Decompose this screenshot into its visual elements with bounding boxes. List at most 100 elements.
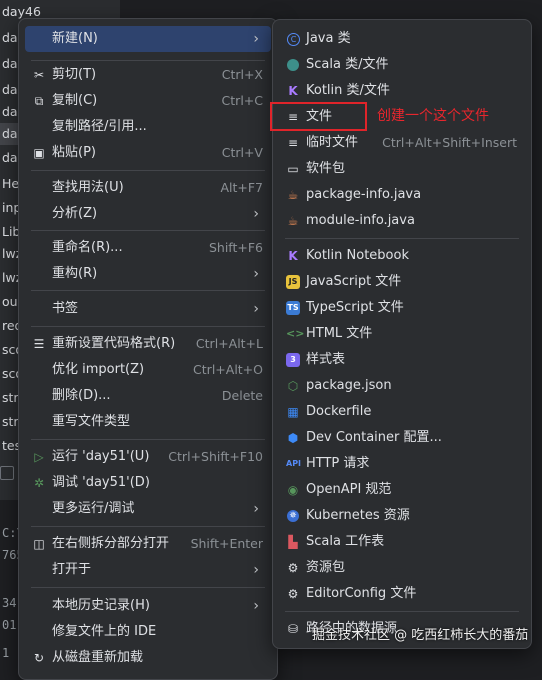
menu-item-label: 书签 bbox=[52, 301, 79, 316]
menu-item-label: Scala 工作表 bbox=[306, 534, 385, 549]
submenu-item-javascript[interactable]: JS JavaScript 文件 bbox=[279, 269, 525, 295]
menu-item-repair-ide[interactable]: 修复文件上的 IDE bbox=[25, 619, 271, 645]
menu-item-run[interactable]: ▷ 运行 'day51'(U) Ctrl+Shift+F10 bbox=[25, 444, 271, 470]
menu-item-label: 本地历史记录(H) bbox=[52, 598, 150, 613]
submenu-item-module-info[interactable]: ☕ module-info.java bbox=[279, 208, 525, 234]
menu-item-label: Java 类 bbox=[306, 31, 351, 46]
menu-item-label: 修复文件上的 IDE bbox=[52, 624, 157, 639]
menu-item-label: OpenAPI 规范 bbox=[306, 482, 392, 497]
menu-item-label: Scala 类/文件 bbox=[306, 57, 389, 72]
menu-item-more-run-debug[interactable]: 更多运行/调试 › bbox=[25, 496, 271, 522]
submenu-item-scratch-file[interactable]: ≡ 临时文件 Ctrl+Alt+Shift+Insert bbox=[279, 130, 525, 156]
annotation-highlight-box bbox=[270, 102, 367, 131]
submenu-item-html[interactable]: <> HTML 文件 bbox=[279, 321, 525, 347]
docker-icon: ▦ bbox=[287, 405, 299, 419]
menu-item-copy-path[interactable]: 复制路径/引用... bbox=[25, 114, 271, 140]
submenu-item-java-class[interactable]: C Java 类 bbox=[279, 26, 525, 52]
menu-item-label: Kotlin 类/文件 bbox=[306, 83, 390, 98]
menu-item-label: 重新设置代码格式(R) bbox=[52, 336, 176, 351]
menu-item-label: 重命名(R)... bbox=[52, 240, 123, 255]
console-line: 01 bbox=[2, 618, 17, 632]
html-icon: <> bbox=[286, 327, 305, 340]
submenu-item-openapi[interactable]: ◉ OpenAPI 规范 bbox=[279, 477, 525, 503]
stylesheet-icon: 3 bbox=[286, 353, 300, 367]
package-info-icon: ☕ bbox=[287, 188, 299, 202]
context-menu: 新建(N) › ✂ 剪切(T) Ctrl+X ⧉ 复制(C) Ctrl+C 复制… bbox=[18, 18, 278, 680]
submenu-item-stylesheet[interactable]: 3 样式表 bbox=[279, 347, 525, 373]
menu-item-label: Kotlin Notebook bbox=[306, 248, 409, 263]
nodejs-icon: ⬡ bbox=[287, 379, 299, 393]
menu-item-label: 优化 import(Z) bbox=[52, 362, 145, 377]
menu-separator bbox=[31, 587, 265, 588]
watermark: 掘金技术社区 @ 吃西红柿长大的番茄 bbox=[312, 628, 529, 643]
menu-item-analyze[interactable]: 分析(Z) › bbox=[25, 201, 271, 227]
menu-item-open-split-right[interactable]: ◫ 在右侧拆分部分打开 Shift+Enter bbox=[25, 531, 271, 557]
menu-item-shortcut: Ctrl+Alt+L bbox=[195, 336, 263, 351]
menu-item-reformat-code[interactable]: ☰ 重新设置代码格式(R) Ctrl+Alt+L bbox=[25, 331, 271, 357]
menu-item-debug[interactable]: ✲ 调试 'day51'(D) bbox=[25, 470, 271, 496]
menu-item-local-history[interactable]: 本地历史记录(H) › bbox=[25, 593, 271, 619]
menu-item-cut[interactable]: ✂ 剪切(T) Ctrl+X bbox=[25, 62, 271, 88]
submenu-item-scala-class[interactable]: Scala 类/文件 bbox=[279, 52, 525, 78]
menu-separator bbox=[285, 611, 519, 612]
menu-item-label: 重写文件类型 bbox=[52, 414, 131, 429]
menu-item-bookmarks[interactable]: 书签 › bbox=[25, 296, 271, 322]
kotlin-icon: K bbox=[288, 84, 298, 98]
menu-item-copy[interactable]: ⧉ 复制(C) Ctrl+C bbox=[25, 88, 271, 114]
menu-item-label: 运行 'day51'(U) bbox=[52, 449, 150, 464]
submenu-item-kotlin-notebook[interactable]: K Kotlin Notebook bbox=[279, 243, 525, 269]
menu-item-new[interactable]: 新建(N) › bbox=[25, 26, 271, 52]
submenu-item-scala-worksheet[interactable]: ▙ Scala 工作表 bbox=[279, 529, 525, 555]
submenu-item-dockerfile[interactable]: ▦ Dockerfile bbox=[279, 399, 525, 425]
menu-item-label: 重构(R) bbox=[52, 266, 98, 281]
scala-class-icon bbox=[287, 59, 299, 71]
menu-item-shortcut: Alt+F7 bbox=[220, 180, 263, 195]
submenu-item-http-request[interactable]: API HTTP 请求 bbox=[279, 451, 525, 477]
submenu-item-package-info[interactable]: ☕ package-info.java bbox=[279, 182, 525, 208]
menu-item-label: module-info.java bbox=[306, 213, 415, 228]
menu-item-label: 复制路径/引用... bbox=[52, 119, 147, 134]
menu-item-shortcut: Ctrl+X bbox=[221, 67, 263, 82]
menu-item-refactor[interactable]: 重构(R) › bbox=[25, 261, 271, 287]
scissors-icon: ✂ bbox=[33, 68, 45, 82]
submenu-item-resource-bundle[interactable]: ⚙ 资源包 bbox=[279, 555, 525, 581]
submenu-item-dev-container[interactable]: ⬢ Dev Container 配置... bbox=[279, 425, 525, 451]
submenu-item-kubernetes[interactable]: ✵ Kubernetes 资源 bbox=[279, 503, 525, 529]
menu-item-rename[interactable]: 重命名(R)... Shift+F6 bbox=[25, 235, 271, 261]
java-class-icon: C bbox=[287, 33, 300, 46]
scratch-file-icon: ≡ bbox=[287, 136, 299, 150]
dev-container-icon: ⬢ bbox=[287, 431, 299, 445]
menu-item-optimize-imports[interactable]: 优化 import(Z) Ctrl+Alt+O bbox=[25, 357, 271, 383]
panel-toggle-icon[interactable] bbox=[0, 466, 14, 480]
kubernetes-icon: ✵ bbox=[287, 510, 299, 522]
menu-item-label: 新建(N) bbox=[52, 31, 98, 46]
menu-item-label: Dev Container 配置... bbox=[306, 430, 442, 445]
submenu-item-package-json[interactable]: ⬡ package.json bbox=[279, 373, 525, 399]
menu-item-paste[interactable]: ▣ 粘贴(P) Ctrl+V bbox=[25, 140, 271, 166]
reload-icon: ↻ bbox=[33, 651, 45, 665]
submenu-item-editorconfig[interactable]: ⚙ EditorConfig 文件 bbox=[279, 581, 525, 607]
package-icon: ▭ bbox=[287, 162, 299, 176]
chevron-right-icon: › bbox=[253, 501, 259, 517]
menu-separator bbox=[31, 290, 265, 291]
split-icon: ◫ bbox=[33, 537, 45, 551]
menu-separator bbox=[31, 60, 265, 61]
menu-item-shortcut: Shift+Enter bbox=[190, 536, 263, 551]
menu-item-override-file-type[interactable]: 重写文件类型 bbox=[25, 409, 271, 435]
resource-bundle-icon: ⚙ bbox=[287, 561, 299, 575]
menu-item-label: 软件包 bbox=[306, 161, 346, 176]
chevron-right-icon: › bbox=[253, 206, 259, 222]
menu-item-label: 剪切(T) bbox=[52, 67, 97, 82]
gear-icon: ⚙ bbox=[287, 587, 299, 601]
menu-item-reload-from-disk[interactable]: ↻ 从磁盘重新加载 bbox=[25, 645, 271, 671]
chevron-right-icon: › bbox=[253, 301, 259, 317]
menu-item-open-in[interactable]: 打开于 › bbox=[25, 557, 271, 583]
submenu-item-kotlin-class[interactable]: K Kotlin 类/文件 bbox=[279, 78, 525, 104]
menu-item-label: HTTP 请求 bbox=[306, 456, 370, 471]
menu-item-find-usages[interactable]: 查找用法(U) Alt+F7 bbox=[25, 175, 271, 201]
submenu-item-package[interactable]: ▭ 软件包 bbox=[279, 156, 525, 182]
menu-item-delete[interactable]: 删除(D)... Delete bbox=[25, 383, 271, 409]
javascript-icon: JS bbox=[286, 275, 300, 289]
submenu-item-typescript[interactable]: TS TypeScript 文件 bbox=[279, 295, 525, 321]
menu-item-label: 查找用法(U) bbox=[52, 180, 124, 195]
